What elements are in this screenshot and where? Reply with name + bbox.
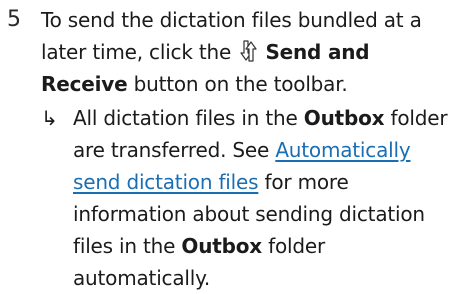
result-arrow: ↳	[41, 106, 58, 130]
result-text-before: All dictation files in the	[73, 106, 298, 130]
step-instruction: To send the dictation files bundled at a…	[41, 4, 461, 100]
step-text-after: button on the toolbar.	[133, 72, 348, 96]
outbox-label-2: Outbox	[181, 234, 262, 258]
step-number: 5	[7, 7, 21, 32]
outbox-label: Outbox	[303, 106, 385, 130]
send-receive-icon	[240, 40, 257, 62]
result-text: All dictation files in the Outbox folder…	[73, 102, 463, 294]
